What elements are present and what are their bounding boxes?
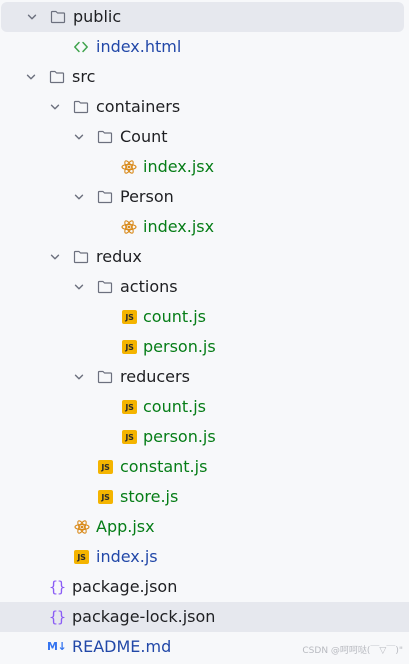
tree-folder-label: src [72, 67, 96, 86]
folder-icon [50, 9, 66, 25]
tree-file-label: package-lock.json [72, 607, 216, 626]
tree-file-constant-js[interactable]: JS constant.js [0, 452, 409, 482]
tree-folder-count[interactable]: Count [0, 122, 409, 152]
tree-folder-src[interactable]: src [0, 62, 409, 92]
tree-file-person-index-jsx[interactable]: index.jsx [0, 212, 409, 242]
tree-file-label: count.js [143, 397, 207, 416]
tree-file-package-json[interactable]: {} package.json [0, 572, 409, 602]
tree-file-label: count.js [143, 307, 207, 326]
tree-file-actions-person-js[interactable]: JS person.js [0, 332, 409, 362]
tree-file-label: index.jsx [143, 217, 215, 236]
tree-folder-label: actions [120, 277, 178, 296]
folder-icon [49, 69, 65, 85]
tree-folder-public[interactable]: public [1, 2, 404, 32]
tree-file-label: index.html [96, 37, 182, 56]
tree-folder-person[interactable]: Person [0, 182, 409, 212]
js-file-icon: JS [122, 430, 137, 444]
tree-folder-containers[interactable]: containers [0, 92, 409, 122]
chevron-down-icon[interactable] [73, 371, 85, 383]
chevron-down-icon[interactable] [73, 191, 85, 203]
js-file-icon: JS [74, 550, 89, 564]
folder-icon [97, 279, 113, 295]
tree-folder-reducers[interactable]: reducers [0, 362, 409, 392]
tree-file-label: index.jsx [143, 157, 215, 176]
tree-file-reducers-count-js[interactable]: JS count.js [0, 392, 409, 422]
tree-file-app-jsx[interactable]: App.jsx [0, 512, 409, 542]
tree-file-label: package.json [72, 577, 178, 596]
tree-file-actions-count-js[interactable]: JS count.js [0, 302, 409, 332]
tree-file-label: person.js [143, 337, 216, 356]
react-icon [74, 519, 90, 535]
tree-folder-label: public [73, 7, 122, 26]
tree-folder-label: reducers [120, 367, 190, 386]
chevron-down-icon[interactable] [25, 71, 37, 83]
js-file-icon: JS [122, 340, 137, 354]
tree-file-label: person.js [143, 427, 216, 446]
chevron-down-icon[interactable] [26, 11, 38, 23]
tree-file-label: store.js [120, 487, 179, 506]
tree-folder-actions[interactable]: actions [0, 272, 409, 302]
folder-icon [97, 189, 113, 205]
tree-file-label: README.md [72, 637, 172, 656]
chevron-down-icon[interactable] [73, 131, 85, 143]
tree-file-public-index-html[interactable]: index.html [0, 32, 409, 62]
react-icon [121, 159, 137, 175]
folder-icon [73, 249, 89, 265]
tree-folder-label: Count [120, 127, 168, 146]
tree-file-label: index.js [96, 547, 158, 566]
tree-folder-label: containers [96, 97, 181, 116]
watermark: CSDN @呵呵哒(￣▽￣)" [302, 646, 403, 656]
project-file-tree: public index.html src containers Count i… [0, 0, 409, 664]
tree-file-src-index-js[interactable]: JS index.js [0, 542, 409, 572]
tree-file-label: App.jsx [96, 517, 155, 536]
tree-file-count-index-jsx[interactable]: index.jsx [0, 152, 409, 182]
tree-folder-label: redux [96, 247, 142, 266]
json-file-icon: {} [49, 578, 66, 596]
js-file-icon: JS [122, 400, 137, 414]
folder-icon [97, 129, 113, 145]
tree-file-package-lock-json[interactable]: {} package-lock.json [0, 602, 409, 632]
chevron-down-icon[interactable] [49, 251, 61, 263]
js-file-icon: JS [122, 310, 137, 324]
folder-icon [97, 369, 113, 385]
tree-folder-label: Person [120, 187, 174, 206]
folder-icon [73, 99, 89, 115]
markdown-file-icon: M↓ [47, 640, 67, 653]
tree-file-label: constant.js [120, 457, 208, 476]
js-file-icon: JS [98, 490, 113, 504]
chevron-down-icon[interactable] [49, 101, 61, 113]
tree-folder-redux[interactable]: redux [0, 242, 409, 272]
react-icon [121, 219, 137, 235]
js-file-icon: JS [98, 460, 113, 474]
chevron-down-icon[interactable] [73, 281, 85, 293]
json-file-icon: {} [49, 608, 66, 626]
tree-file-reducers-person-js[interactable]: JS person.js [0, 422, 409, 452]
tree-file-store-js[interactable]: JS store.js [0, 482, 409, 512]
html-file-icon [73, 39, 89, 55]
